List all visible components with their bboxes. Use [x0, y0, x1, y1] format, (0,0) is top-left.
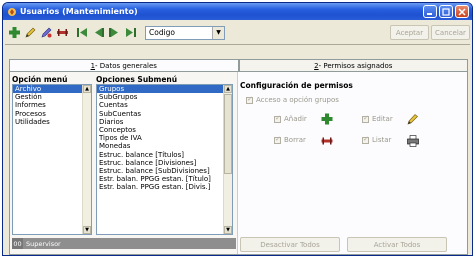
window-title: Usuarios (Mantenimiento) [20, 7, 138, 16]
list-item[interactable]: Estr. balan. PPGG estan. [Divis.] [97, 183, 232, 191]
search-field-select[interactable]: Codigo ▼ [145, 25, 225, 40]
scroll-thumb[interactable] [224, 94, 232, 174]
last-record-button[interactable] [123, 25, 138, 40]
cancel-label: Cancelar [435, 28, 466, 37]
access-option-label: Acceso a opción grupos [256, 96, 339, 104]
delete-button[interactable] [55, 25, 70, 40]
edit-alt-icon [41, 27, 52, 38]
tab-permissions-label: - Permisos asignados [318, 62, 393, 70]
list-item[interactable]: Estruc. balance [Títulos] [97, 151, 232, 159]
submenu-list-scrollbar[interactable]: ▲ ▼ [223, 85, 232, 234]
list-item[interactable]: Estr. balan. PPGG estan. [Título] [97, 175, 232, 183]
activate-all-label: Activar Todos [373, 240, 421, 249]
list-item[interactable]: Estruc. balance [Divisiones] [97, 159, 232, 167]
edit-permission-label: Editar [372, 115, 393, 123]
delete-permission-checkbox[interactable]: Borrar [274, 135, 306, 144]
close-icon [458, 7, 466, 16]
printer-icon [407, 135, 419, 147]
list-permission-checkbox[interactable]: Listar [362, 135, 392, 144]
previous-record-icon [95, 28, 104, 37]
list-item[interactable]: Grupos [97, 85, 232, 94]
cancel-button[interactable]: Cancelar [431, 25, 470, 40]
accept-label: Aceptar [395, 28, 424, 37]
permissions-config-heading: Configuración de permisos [240, 81, 353, 90]
checkbox-icon[interactable] [274, 114, 281, 123]
edit-permission-checkbox[interactable]: Editar [362, 114, 393, 123]
scroll-down-icon[interactable]: ▼ [224, 226, 232, 234]
submenu-option-list[interactable]: Grupos SubGrupos Cuentas SubCuentas Diar… [96, 84, 233, 235]
title-bar[interactable]: Usuarios (Mantenimiento) [3, 3, 472, 20]
minimize-button[interactable] [423, 5, 437, 18]
checkbox-icon[interactable] [362, 114, 369, 123]
scroll-up-icon[interactable]: ▲ [83, 85, 91, 93]
minimize-icon [427, 12, 432, 15]
delete-icon [321, 137, 333, 145]
list-item[interactable]: Conceptos [97, 126, 232, 134]
list-item[interactable]: SubGrupos [97, 93, 232, 101]
checkbox-icon[interactable] [246, 95, 253, 104]
list-permission-label: Listar [372, 136, 392, 144]
previous-record-button[interactable] [91, 25, 106, 40]
tab-general-label: - Datos generales [95, 62, 157, 70]
add-permission-label: Añadir [284, 115, 307, 123]
toolbar-divider [5, 44, 470, 45]
list-item[interactable]: Estruc. balance [SubDivisiones] [97, 167, 232, 175]
checkbox-icon[interactable] [362, 135, 369, 144]
current-user-status: 00 Supervisor [12, 238, 236, 249]
checkbox-icon[interactable] [274, 135, 281, 144]
list-item[interactable]: Tipos de IVA [97, 134, 232, 142]
list-item[interactable]: Utilidades [13, 118, 91, 126]
user-code: 00 [12, 238, 23, 249]
users-maintenance-window: Usuarios (Mantenimiento) Codigo ▼ Acepta… [2, 2, 473, 256]
add-icon [9, 27, 20, 38]
first-record-icon [77, 28, 87, 37]
list-item[interactable]: Cuentas [97, 101, 232, 109]
chevron-down-icon[interactable]: ▼ [212, 26, 224, 39]
submenu-options-heading: Opciones Submenú [96, 75, 178, 84]
menu-option-heading: Opción menú [12, 75, 68, 84]
activate-all-button[interactable]: Activar Todos [347, 237, 447, 252]
menu-list-scrollbar[interactable]: ▲ ▼ [82, 85, 91, 234]
edit-icon [407, 114, 418, 125]
menu-options-pane: Opción menú Opciones Submenú Archivo Ges… [10, 72, 238, 254]
edit-icon [25, 27, 36, 38]
maximize-icon [442, 7, 450, 16]
list-item[interactable]: Monedas [97, 142, 232, 150]
access-option-checkbox[interactable]: Acceso a opción grupos [246, 95, 339, 104]
list-item[interactable]: Informes [13, 101, 91, 109]
app-icon [7, 7, 17, 17]
delete-permission-label: Borrar [284, 136, 306, 144]
edit-button[interactable] [23, 25, 38, 40]
next-record-button[interactable] [107, 25, 122, 40]
menu-option-list[interactable]: Archivo Gestión Informes Procesos Utilid… [12, 84, 92, 235]
edit-alt-button[interactable] [39, 25, 54, 40]
close-button[interactable] [455, 5, 469, 18]
next-record-icon [109, 28, 118, 37]
accept-button[interactable]: Aceptar [390, 25, 429, 40]
first-record-button[interactable] [75, 25, 90, 40]
list-item[interactable]: SubCuentas [97, 110, 232, 118]
deactivate-all-button[interactable]: Desactivar Todos [240, 237, 340, 252]
add-icon [321, 113, 333, 125]
list-item[interactable]: Gestión [13, 93, 91, 101]
list-item[interactable]: Archivo [13, 85, 91, 94]
delete-icon [57, 29, 68, 36]
deactivate-all-label: Desactivar Todos [260, 240, 320, 249]
list-item[interactable]: Procesos [13, 110, 91, 118]
add-permission-checkbox[interactable]: Añadir [274, 114, 307, 123]
list-item[interactable]: Diarios [97, 118, 232, 126]
scroll-down-icon[interactable]: ▼ [83, 226, 91, 234]
last-record-icon [126, 28, 136, 37]
add-button[interactable] [7, 25, 22, 40]
search-field-value: Codigo [149, 28, 176, 37]
toolbar: Codigo ▼ Aceptar Cancelar [3, 22, 472, 43]
user-name: Supervisor [26, 239, 61, 248]
scroll-up-icon[interactable]: ▲ [224, 85, 232, 93]
permissions-panel: Opción menú Opciones Submenú Archivo Ges… [9, 71, 468, 255]
maximize-button[interactable] [439, 5, 453, 18]
